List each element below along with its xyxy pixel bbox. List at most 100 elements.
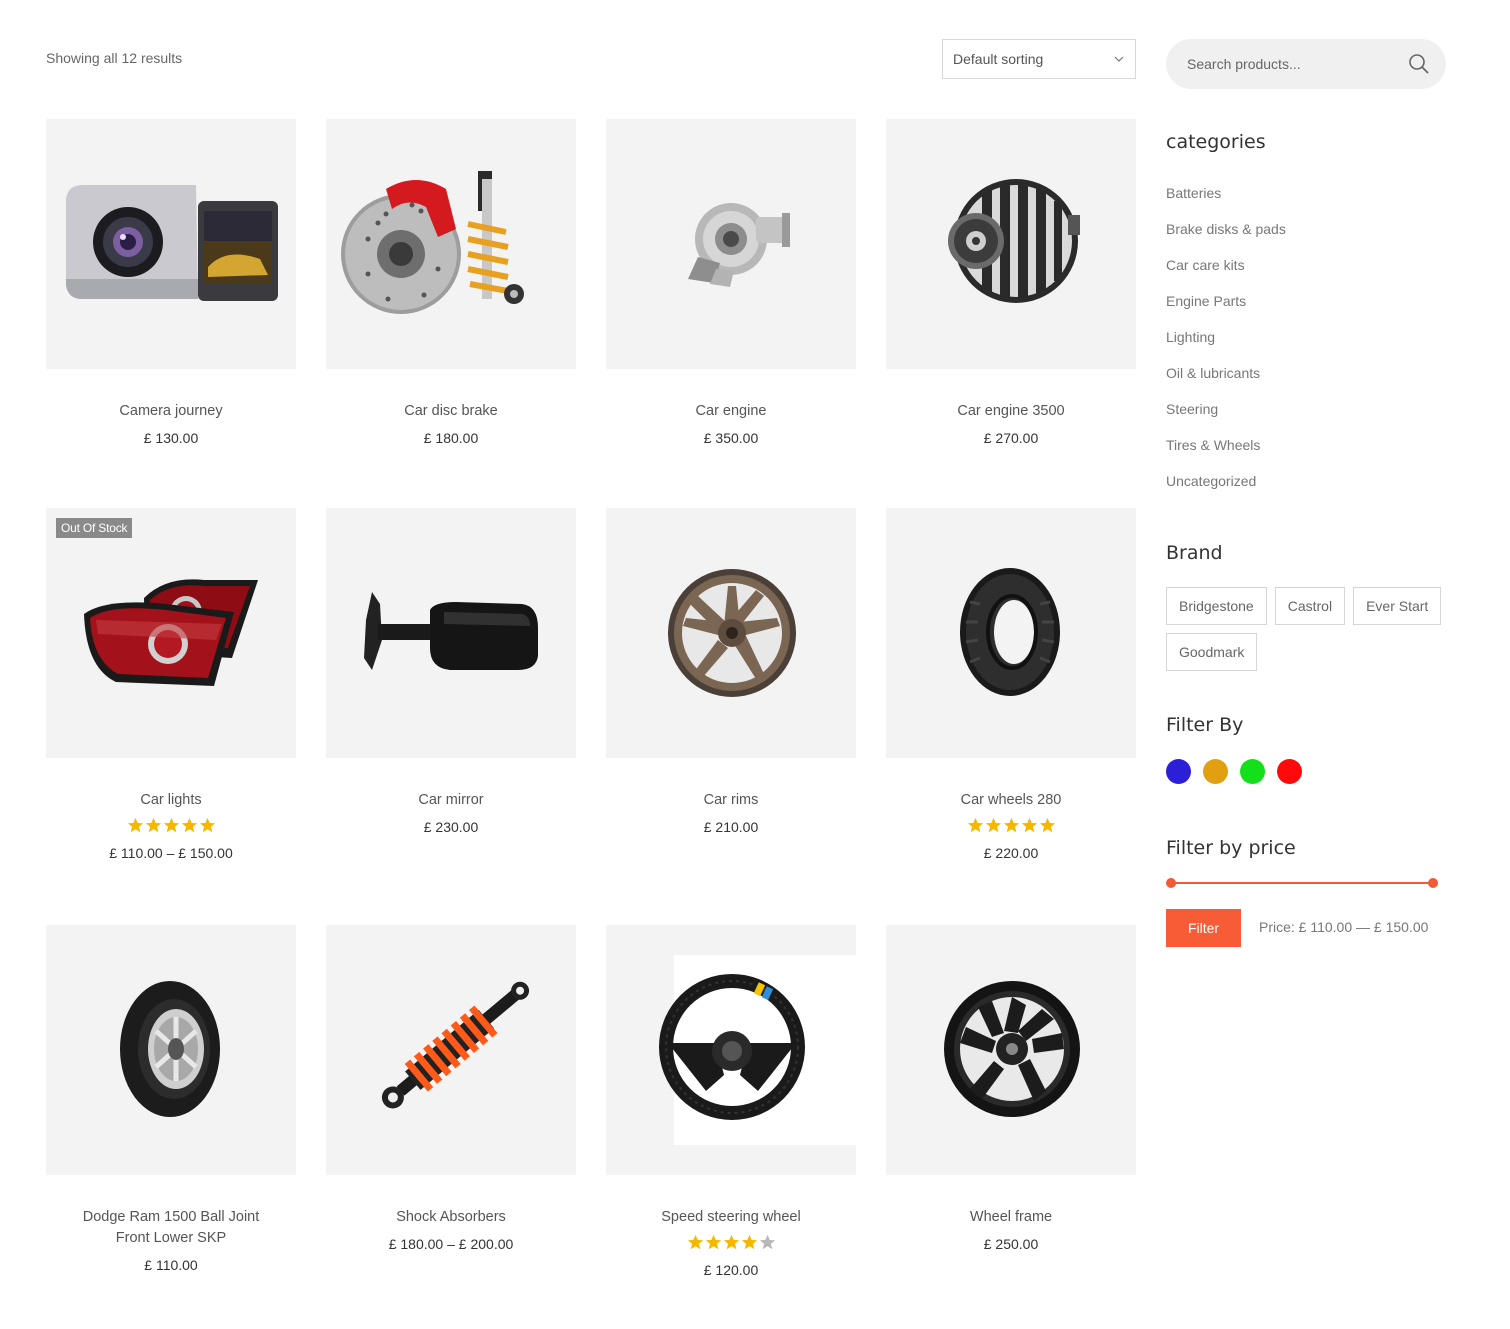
product-card[interactable]: Speed steering wheel £ 120.00 xyxy=(606,925,856,1278)
star-rating xyxy=(46,817,296,837)
disc-brake-image xyxy=(341,171,524,314)
star-icon xyxy=(181,817,197,833)
category-item[interactable]: Lighting xyxy=(1166,327,1286,363)
category-item[interactable]: Engine Parts xyxy=(1166,291,1286,327)
star-icon xyxy=(985,817,1001,833)
product-price: £ 110.00 – £ 150.00 xyxy=(109,845,233,861)
chevron-down-icon xyxy=(1114,56,1124,62)
product-card[interactable]: Car disc brake £ 180.00 xyxy=(326,119,576,446)
price-slider-max-handle[interactable] xyxy=(1428,878,1438,888)
product-price: £ 180.00 xyxy=(423,430,479,446)
star-rating xyxy=(886,817,1136,837)
product-card[interactable]: Car rims £ 210.00 xyxy=(606,508,856,835)
product-image[interactable] xyxy=(886,508,1136,758)
product-image[interactable] xyxy=(326,119,576,369)
product-name[interactable]: Dodge Ram 1500 Ball Joint Front Lower SK… xyxy=(46,1207,296,1249)
color-swatches xyxy=(1166,759,1302,784)
tail-lights-image xyxy=(84,579,258,686)
search-icon[interactable] xyxy=(1408,53,1430,75)
product-card[interactable]: Shock Absorbers £ 180.00 – £ 200.00 xyxy=(326,925,576,1252)
product-name[interactable]: Car disc brake xyxy=(326,401,576,422)
star-icon xyxy=(1003,817,1019,833)
price-slider-min-handle[interactable] xyxy=(1166,878,1176,888)
product-image[interactable]: Out Of Stock xyxy=(46,508,296,758)
product-card[interactable]: Wheel frame £ 250.00 xyxy=(886,925,1136,1252)
sort-selected-label: Default sorting xyxy=(953,51,1044,67)
star-icon xyxy=(1021,817,1037,833)
brand-list: Bridgestone Castrol Ever Start Goodmark xyxy=(1166,587,1446,671)
filter-button[interactable]: Filter xyxy=(1166,909,1241,947)
product-price: £ 210.00 xyxy=(703,819,759,835)
color-swatch-green[interactable] xyxy=(1240,759,1265,784)
product-name[interactable]: Car engine 3500 xyxy=(886,401,1136,422)
color-swatch-orange[interactable] xyxy=(1203,759,1228,784)
star-icon xyxy=(163,817,179,833)
product-card[interactable]: Out Of Stock Car lights £ 110.00 – £ 150… xyxy=(46,508,296,861)
category-item[interactable]: Tires & Wheels xyxy=(1166,435,1286,471)
product-name[interactable]: Wheel frame xyxy=(886,1207,1136,1228)
star-icon xyxy=(967,817,983,833)
star-icon xyxy=(741,1234,757,1250)
category-item[interactable]: Batteries xyxy=(1166,183,1286,219)
product-card[interactable]: Car engine £ 350.00 xyxy=(606,119,856,446)
product-image[interactable] xyxy=(326,925,576,1175)
dashcam-image xyxy=(66,185,278,301)
star-icon xyxy=(705,1234,721,1250)
product-card[interactable]: Dodge Ram 1500 Ball Joint Front Lower SK… xyxy=(46,925,296,1273)
product-card[interactable]: Camera journey £ 130.00 xyxy=(46,119,296,446)
product-image[interactable] xyxy=(606,925,856,1175)
product-image[interactable] xyxy=(46,119,296,369)
star-icon xyxy=(127,817,143,833)
turbocharger-image xyxy=(688,203,790,287)
product-name[interactable]: Car rims xyxy=(606,790,856,811)
brand-tag[interactable]: Ever Start xyxy=(1353,587,1442,625)
product-name[interactable]: Shock Absorbers xyxy=(326,1207,576,1228)
category-item[interactable]: Steering xyxy=(1166,399,1286,435)
bronze-rim-image xyxy=(668,569,796,697)
star-icon xyxy=(723,1234,739,1250)
out-of-stock-badge: Out Of Stock xyxy=(56,518,133,538)
sort-select[interactable]: Default sorting xyxy=(942,39,1136,79)
product-name[interactable]: Car engine xyxy=(606,401,856,422)
product-name[interactable]: Car wheels 280 xyxy=(886,790,1136,811)
product-image[interactable] xyxy=(46,925,296,1175)
shock-absorber-image xyxy=(381,981,530,1109)
category-item[interactable]: Car care kits xyxy=(1166,255,1286,291)
product-image[interactable] xyxy=(886,119,1136,369)
brand-tag[interactable]: Bridgestone xyxy=(1166,587,1267,625)
product-image[interactable] xyxy=(606,119,856,369)
color-swatch-blue[interactable] xyxy=(1166,759,1191,784)
product-name[interactable]: Car lights xyxy=(46,790,296,811)
product-name[interactable]: Camera journey xyxy=(46,401,296,422)
product-image[interactable] xyxy=(886,925,1136,1175)
brand-tag[interactable]: Goodmark xyxy=(1166,633,1258,671)
category-item[interactable]: Brake disks & pads xyxy=(1166,219,1286,255)
category-item[interactable]: Uncategorized xyxy=(1166,471,1286,507)
product-card[interactable]: Car engine 3500 £ 270.00 xyxy=(886,119,1136,446)
product-name[interactable]: Car mirror xyxy=(326,790,576,811)
product-name[interactable]: Speed steering wheel xyxy=(606,1207,856,1228)
wheel-tire-image xyxy=(120,981,220,1117)
star-icon xyxy=(145,817,161,833)
product-price: £ 180.00 – £ 200.00 xyxy=(388,1236,514,1252)
price-slider[interactable] xyxy=(1166,877,1438,889)
categories-title: categories xyxy=(1166,131,1266,153)
star-icon xyxy=(1039,817,1055,833)
search-input[interactable] xyxy=(1187,56,1397,72)
brand-tag[interactable]: Castrol xyxy=(1274,587,1346,625)
product-card[interactable]: Car wheels 280 £ 220.00 xyxy=(886,508,1136,861)
product-price: £ 230.00 xyxy=(423,819,479,835)
side-mirror-image xyxy=(364,592,538,670)
results-count: Showing all 12 results xyxy=(46,50,183,66)
product-price: £ 110.00 xyxy=(144,1257,198,1273)
alternator-image xyxy=(948,179,1080,303)
product-card[interactable]: Car mirror £ 230.00 xyxy=(326,508,576,835)
product-image[interactable] xyxy=(326,508,576,758)
product-image[interactable] xyxy=(606,508,856,758)
color-swatch-red[interactable] xyxy=(1277,759,1302,784)
star-empty-icon xyxy=(759,1234,775,1250)
category-item[interactable]: Oil & lubricants xyxy=(1166,363,1286,399)
filter-by-title: Filter By xyxy=(1166,714,1244,736)
star-rating xyxy=(606,1234,856,1254)
star-icon xyxy=(199,817,215,833)
